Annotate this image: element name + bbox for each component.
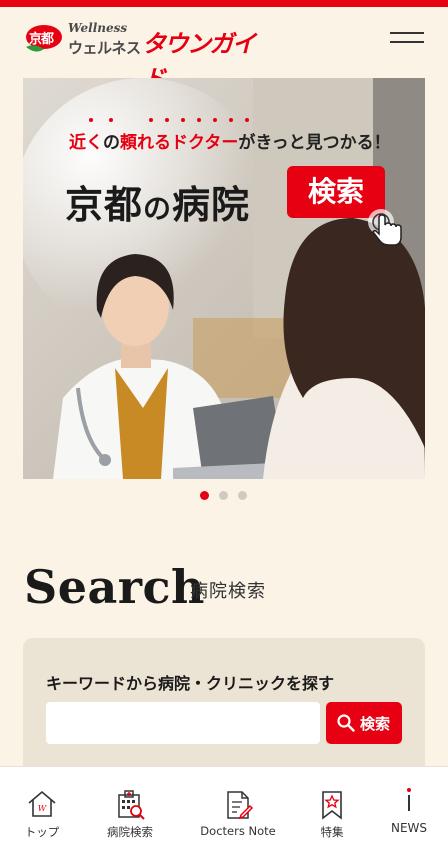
nav-label-feature: 特集 [320,825,344,839]
svg-text:W: W [38,804,47,813]
menu-line-icon [390,41,424,43]
carousel-dot-1[interactable] [200,491,209,500]
keyword-search-title: キーワードから病院・クリニックを探す [46,674,335,693]
logo-badge-text: 京都 [29,32,54,47]
pointer-hand-icon [368,209,402,246]
keyword-search-input[interactable] [46,702,320,744]
logo-sub: ウェルネス [68,39,141,57]
nav-label-doctors-note: Docters Note [200,824,276,838]
keyword-search-button-label: 検索 [360,715,391,733]
site-header: 京都 Wellness ウェルネス タウンガイド [0,7,448,93]
top-accent-strip [0,0,448,7]
search-icon [337,714,355,732]
carousel-indicators [200,491,252,501]
info-icon [407,788,411,811]
hero-catch-found: がきっと見つかる！ [238,133,391,153]
logo-badge: 京都 [24,25,62,55]
hero-catch-no: の [103,133,120,153]
hospital-search-icon [118,790,145,820]
search-heading: Search [24,560,205,614]
hero-title-hospital: 病院 [172,182,251,227]
hero-title: 京都の病院 [65,174,250,229]
search-subheading: 病院検索 [190,581,266,602]
bottom-navigation: W トップ 病院検索 Docters Note 特集 NEWS [0,766,448,866]
carousel-dot-2[interactable] [219,491,228,500]
hero-title-kyoto: 京都 [65,182,144,227]
bookmark-star-icon [322,791,342,820]
carousel-dot-3[interactable] [238,491,247,500]
nav-label-hospital-search: 病院検索 [107,825,153,839]
keyword-search-panel: キーワードから病院・クリニックを探す 検索 [23,638,425,778]
logo-wellness: Wellness [68,21,128,35]
nav-label-top: トップ [24,825,60,839]
nav-item-doctors-note[interactable]: Docters Note [190,767,286,866]
keyword-search-button[interactable]: 検索 [326,702,402,744]
hero-banner[interactable]: 近くの頼れるドクターがきっと見つかる！ 京都の病院 検索 [23,78,425,479]
nav-label-news: NEWS [390,821,428,835]
nav-item-top[interactable]: W トップ [0,767,84,866]
note-icon [227,791,254,820]
hero-catch-doctor: 頼れるドクター [120,133,239,153]
hero-title-no: の [143,192,173,225]
hamburger-menu-button[interactable] [390,29,426,47]
hero-catchphrase: 近くの頼れるドクターがきっと見つかる！ [69,128,391,153]
nav-item-hospital-search[interactable]: 病院検索 [88,767,172,866]
home-icon: W [28,790,56,817]
hero-emphasis-dots [89,118,259,124]
nav-item-feature[interactable]: 特集 [296,767,368,866]
nav-item-news[interactable]: NEWS [378,767,440,866]
hero-catch-near: 近く [69,133,103,153]
menu-line-icon [390,32,424,34]
site-logo[interactable]: 京都 Wellness ウェルネス タウンガイド [24,21,264,93]
